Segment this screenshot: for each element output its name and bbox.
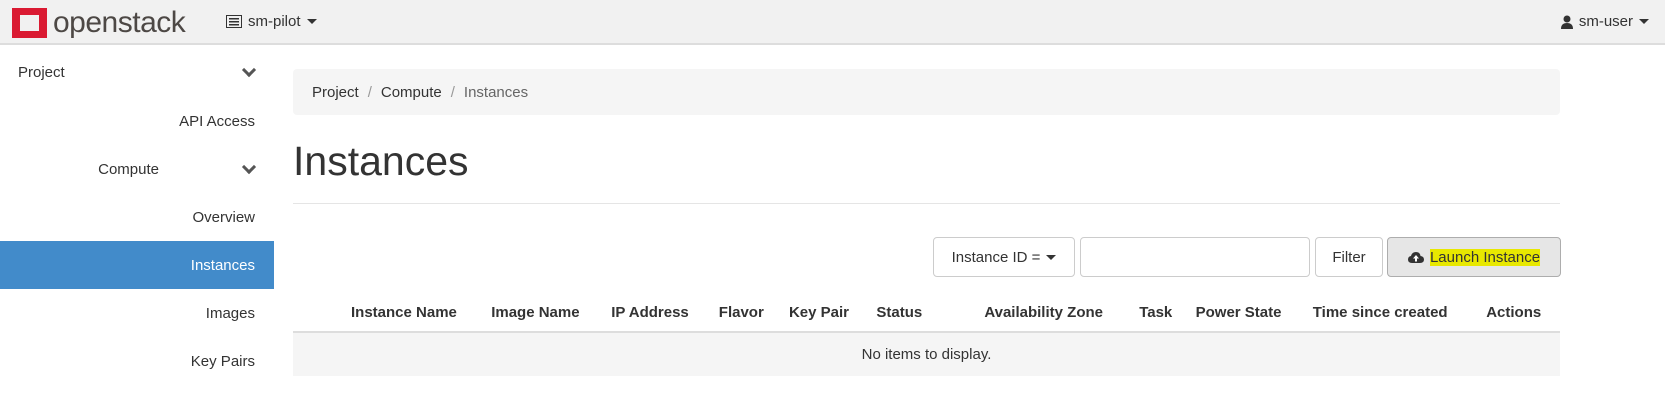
- sidebar-item-label: API Access: [179, 112, 255, 130]
- list-icon: [226, 15, 242, 28]
- table-row: No items to display.: [293, 332, 1560, 376]
- column-header[interactable]: Key Pair: [780, 294, 869, 333]
- column-header: Actions: [1478, 294, 1560, 333]
- sidebar-item-compute[interactable]: Compute: [0, 145, 274, 193]
- caret-down-icon: [306, 19, 317, 24]
- openstack-logo[interactable]: openstack: [12, 6, 186, 39]
- project-name: sm-pilot: [248, 13, 301, 30]
- filter-button-label: Filter: [1332, 248, 1366, 266]
- sidebar-item-label: Images: [205, 304, 255, 322]
- top-navbar: openstack sm-pilot sm-user: [0, 0, 1665, 45]
- sidebar-item-label: Project: [18, 63, 65, 81]
- column-header[interactable]: Instance Name: [343, 294, 484, 333]
- breadcrumb-project[interactable]: Project: [312, 84, 359, 101]
- table-header-row: Instance Name Image Name IP Address Flav…: [293, 294, 1560, 333]
- empty-message: No items to display.: [293, 332, 1560, 376]
- filter-input[interactable]: [1080, 237, 1310, 277]
- sidebar-item-instances[interactable]: Instances: [0, 241, 274, 289]
- sidebar-item-label: Compute: [98, 160, 159, 178]
- sidebar-item-api-access[interactable]: API Access: [0, 97, 274, 145]
- filter-field-label: Instance ID =: [951, 248, 1041, 266]
- caret-down-icon: [1046, 254, 1057, 260]
- user-name: sm-user: [1578, 13, 1633, 30]
- page-title: Instances: [293, 138, 469, 184]
- sidebar: Project API Access Compute Overview Inst…: [0, 47, 274, 385]
- sidebar-item-label: Overview: [192, 208, 255, 226]
- breadcrumb-compute[interactable]: Compute: [381, 84, 442, 101]
- sidebar-item-label: Key Pairs: [190, 352, 255, 370]
- project-selector[interactable]: sm-pilot: [226, 13, 317, 30]
- column-header[interactable]: Status: [868, 294, 977, 333]
- breadcrumb-instances: Instances: [463, 84, 529, 101]
- launch-instance-button[interactable]: Launch Instance: [1387, 237, 1561, 277]
- instances-table: Instance Name Image Name IP Address Flav…: [293, 294, 1560, 376]
- chevron-down-icon: [241, 62, 257, 78]
- column-header[interactable]: Availability Zone: [976, 294, 1132, 333]
- sidebar-item-images[interactable]: Images: [0, 289, 274, 337]
- sidebar-item-label: Instances: [190, 256, 255, 274]
- user-icon: [1560, 15, 1573, 29]
- sidebar-item-overview[interactable]: Overview: [0, 193, 274, 241]
- divider: [293, 203, 1560, 204]
- column-header[interactable]: Time since created: [1304, 294, 1479, 333]
- filter-button[interactable]: Filter: [1315, 237, 1383, 277]
- column-header[interactable]: Task: [1131, 294, 1188, 333]
- openstack-logo-icon: [12, 8, 47, 38]
- breadcrumb: Project / Compute / Instances: [293, 69, 1560, 115]
- sidebar-item-key-pairs[interactable]: Key Pairs: [0, 337, 274, 385]
- column-header[interactable]: Image Name: [483, 294, 604, 333]
- column-header[interactable]: Flavor: [710, 294, 781, 333]
- logo-text: openstack: [53, 6, 186, 39]
- column-header[interactable]: Power State: [1187, 294, 1305, 333]
- cloud-upload-icon: [1407, 251, 1424, 263]
- caret-down-icon: [1639, 19, 1649, 24]
- select-column: [293, 294, 343, 333]
- user-menu[interactable]: sm-user: [1560, 13, 1649, 30]
- sidebar-item-project[interactable]: Project: [0, 47, 274, 97]
- filter-field-dropdown[interactable]: Instance ID =: [933, 237, 1075, 277]
- launch-instance-label: Launch Instance: [1429, 248, 1541, 266]
- chevron-down-icon: [241, 159, 257, 175]
- column-header[interactable]: IP Address: [603, 294, 711, 333]
